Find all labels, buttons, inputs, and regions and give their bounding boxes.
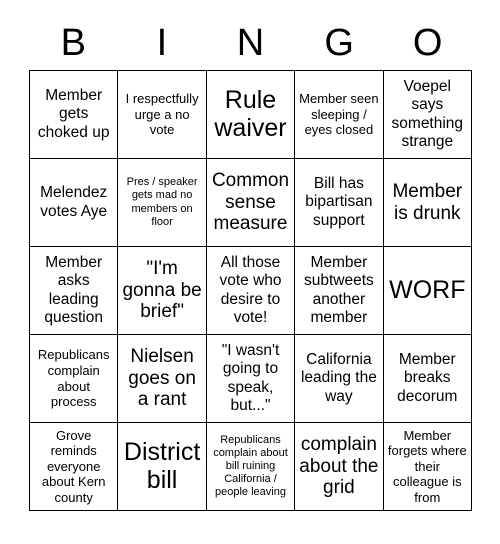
header-letter-b: B <box>60 21 86 64</box>
bingo-cell-text: complain about the grid <box>299 433 379 499</box>
bingo-cell-text: WORF <box>389 275 466 304</box>
bingo-cell[interactable]: California leading the way <box>295 335 384 423</box>
bingo-cell[interactable]: Member is drunk <box>383 159 472 247</box>
bingo-cell-text: Member is drunk <box>392 180 463 224</box>
bingo-cell[interactable]: All those vote who desire to vote! <box>206 247 296 335</box>
header-letter-g: G <box>324 21 354 64</box>
bingo-cell[interactable]: Member seen sleeping / eyes closed <box>295 71 384 159</box>
bingo-cell[interactable]: Pres / speaker gets mad no members on fl… <box>118 159 207 247</box>
bingo-cell-text: Member asks leading question <box>44 253 103 326</box>
bingo-cell[interactable]: complain about the grid <box>295 423 384 511</box>
bingo-cell[interactable]: Member gets choked up <box>30 71 119 159</box>
bingo-cell-text: Nielsen goes on a rant <box>128 345 196 411</box>
bingo-cell-text: Member subtweets another member <box>303 253 374 326</box>
bingo-cell-text: Melendez votes Aye <box>40 184 108 220</box>
bingo-cell[interactable]: Nielsen goes on a rant <box>118 335 207 423</box>
bingo-cell[interactable]: Grove reminds everyone about Kern county <box>30 423 119 511</box>
bingo-cell[interactable]: "I'm gonna be brief" <box>118 247 207 335</box>
bingo-cell[interactable]: Republicans complain about process <box>30 335 119 423</box>
bingo-header: B I N G O <box>29 15 472 70</box>
bingo-cell-text: Member breaks decorum <box>397 351 458 405</box>
bingo-cell[interactable]: Member breaks decorum <box>383 335 472 423</box>
bingo-cell-text: Rule waiver <box>214 86 287 142</box>
bingo-cell-text: "I'm gonna be brief" <box>122 257 202 323</box>
bingo-cell[interactable]: "I wasn't going to speak, but..." <box>206 335 296 423</box>
header-letter-o: O <box>412 21 443 64</box>
bingo-cell[interactable]: District bill <box>118 423 207 511</box>
bingo-cell-text: Voepel says something strange <box>391 77 464 150</box>
bingo-cell-text: Member seen sleeping / eyes closed <box>299 91 379 138</box>
bingo-cell[interactable]: Rule waiver <box>206 71 296 159</box>
bingo-card: B I N G O Member gets choked up I respec… <box>29 15 472 511</box>
bingo-cell[interactable]: I respectfully urge a no vote <box>118 71 207 159</box>
bingo-cell-text: District bill <box>123 438 201 494</box>
bingo-cell-text: Pres / speaker gets mad no members on fl… <box>126 176 198 228</box>
bingo-cell[interactable]: Common sense measure <box>206 159 296 247</box>
bingo-cell-text: Republicans complain about bill ruining … <box>213 433 288 499</box>
bingo-grid: Member gets choked up I respectfully urg… <box>29 70 472 511</box>
bingo-cell[interactable]: Member asks leading question <box>30 247 119 335</box>
bingo-cell-text: I respectfully urge a no vote <box>125 91 199 138</box>
bingo-cell[interactable]: Melendez votes Aye <box>30 159 119 247</box>
header-letter-i: I <box>156 21 168 64</box>
bingo-cell[interactable]: WORF <box>383 247 472 335</box>
bingo-cell[interactable]: Voepel says something strange <box>383 71 472 159</box>
bingo-cell-text: Common sense measure <box>211 169 290 235</box>
bingo-cell-text: Member forgets where their colleague is … <box>387 427 467 505</box>
bingo-cell-text: Republicans complain about process <box>37 347 110 410</box>
bingo-cell-text: All those vote who desire to vote! <box>219 253 282 326</box>
bingo-cell-text: Member gets choked up <box>37 87 110 141</box>
header-letter-n: N <box>236 21 265 64</box>
bingo-cell-text: "I wasn't going to speak, but..." <box>221 341 280 414</box>
bingo-cell-text: Bill has bipartisan support <box>305 175 373 229</box>
bingo-cell[interactable]: Member subtweets another member <box>295 247 384 335</box>
bingo-cell-text: Grove reminds everyone about Kern county <box>41 427 106 505</box>
bingo-cell[interactable]: Member forgets where their colleague is … <box>383 423 472 511</box>
bingo-cell[interactable]: Republicans complain about bill ruining … <box>206 423 296 511</box>
bingo-cell-text: California leading the way <box>300 351 377 405</box>
bingo-cell[interactable]: Bill has bipartisan support <box>295 159 384 247</box>
